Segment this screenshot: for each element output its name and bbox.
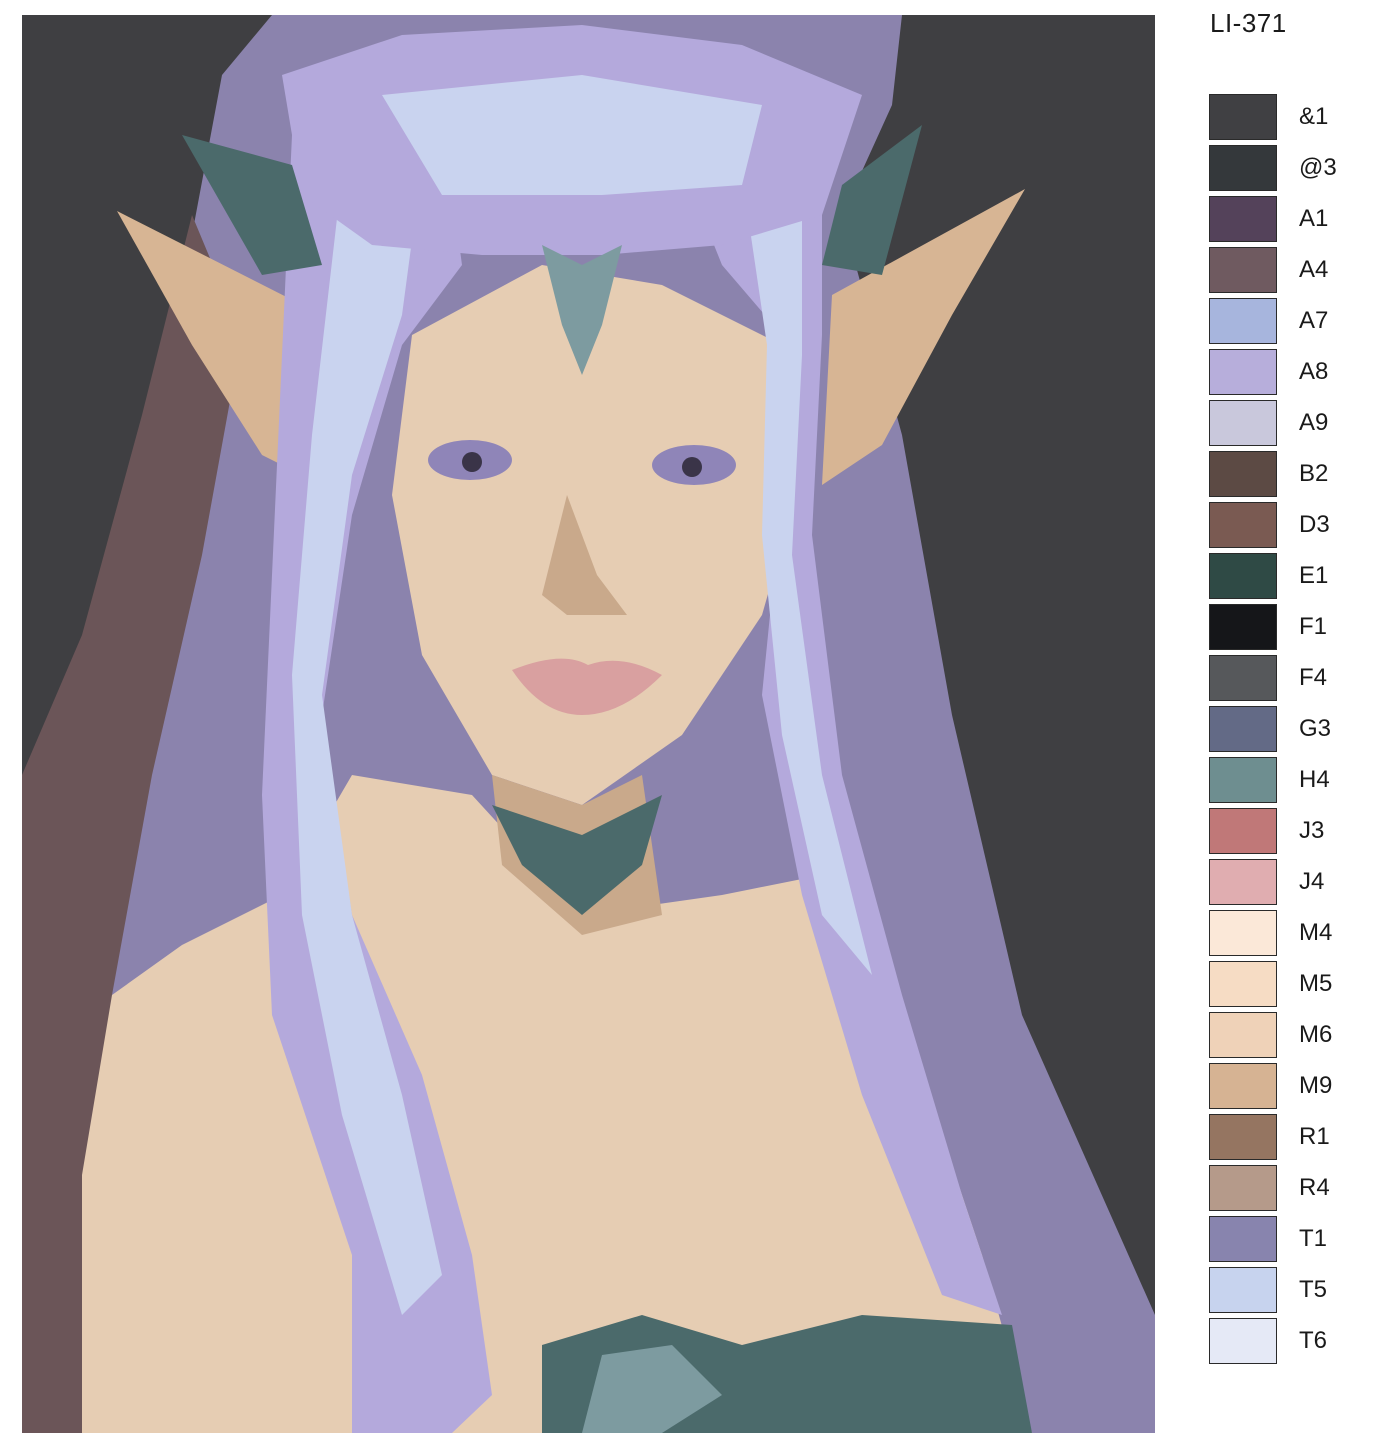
color-code-label: R1 <box>1299 1123 1330 1150</box>
palette-row: R1 <box>1209 1114 1359 1165</box>
palette-row: T6 <box>1209 1318 1359 1369</box>
color-code-label: M9 <box>1299 1072 1333 1099</box>
color-code-label: J3 <box>1299 817 1325 844</box>
color-swatch <box>1209 94 1277 140</box>
color-swatch <box>1209 1267 1277 1313</box>
color-code-label: F4 <box>1299 664 1328 691</box>
elf-portrait-icon <box>22 15 1155 1433</box>
color-code-label: T1 <box>1299 1225 1328 1252</box>
elf-portrait-artwork <box>22 15 1155 1433</box>
color-swatch <box>1209 1318 1277 1364</box>
palette-row: T5 <box>1209 1267 1359 1318</box>
color-swatch <box>1209 1063 1277 1109</box>
palette-row: A7 <box>1209 298 1359 349</box>
color-code-label: &1 <box>1299 103 1329 130</box>
palette-row: M5 <box>1209 961 1359 1012</box>
color-code-label: A7 <box>1299 307 1329 334</box>
color-code-label: T6 <box>1299 1327 1328 1354</box>
color-code-label: J4 <box>1299 868 1325 895</box>
palette-row: D3 <box>1209 502 1359 553</box>
palette-row: F1 <box>1209 604 1359 655</box>
color-swatch <box>1209 655 1277 701</box>
palette-row: A8 <box>1209 349 1359 400</box>
color-code-label: R4 <box>1299 1174 1330 1201</box>
color-code-label: T5 <box>1299 1276 1328 1303</box>
color-swatch <box>1209 502 1277 548</box>
color-swatch <box>1209 910 1277 956</box>
color-code-label: F1 <box>1299 613 1328 640</box>
color-swatch <box>1209 1012 1277 1058</box>
color-code-label: M4 <box>1299 919 1333 946</box>
color-swatch <box>1209 298 1277 344</box>
color-code-label: A1 <box>1299 205 1329 232</box>
color-code-label: M6 <box>1299 1021 1333 1048</box>
palette-row: M9 <box>1209 1063 1359 1114</box>
palette-row: R4 <box>1209 1165 1359 1216</box>
color-swatch <box>1209 604 1277 650</box>
palette-row: F4 <box>1209 655 1359 706</box>
color-palette-legend: &1 @3 A1 A4 A7 A8 A9 B2 D3 E1 F1 F4 G3 H4 J3 J4 M4 M5 M6 M9… <box>1209 94 1359 1369</box>
color-swatch <box>1209 196 1277 242</box>
color-swatch <box>1209 247 1277 293</box>
product-code: LI-371 <box>1210 8 1287 38</box>
palette-row: A1 <box>1209 196 1359 247</box>
palette-row: M6 <box>1209 1012 1359 1063</box>
palette-row: E1 <box>1209 553 1359 604</box>
color-swatch <box>1209 706 1277 752</box>
color-swatch <box>1209 145 1277 191</box>
color-swatch <box>1209 400 1277 446</box>
color-swatch <box>1209 808 1277 854</box>
color-swatch <box>1209 451 1277 497</box>
palette-row: A9 <box>1209 400 1359 451</box>
color-swatch <box>1209 553 1277 599</box>
palette-row: B2 <box>1209 451 1359 502</box>
color-code-label: G3 <box>1299 715 1332 742</box>
color-swatch <box>1209 961 1277 1007</box>
color-swatch <box>1209 757 1277 803</box>
color-code-label: A4 <box>1299 256 1329 283</box>
color-code-label: M5 <box>1299 970 1333 997</box>
palette-row: @3 <box>1209 145 1359 196</box>
color-code-label: A9 <box>1299 409 1329 436</box>
palette-row: A4 <box>1209 247 1359 298</box>
palette-row: M4 <box>1209 910 1359 961</box>
palette-row: J4 <box>1209 859 1359 910</box>
palette-row: J3 <box>1209 808 1359 859</box>
color-code-label: B2 <box>1299 460 1329 487</box>
palette-row: &1 <box>1209 94 1359 145</box>
palette-row: H4 <box>1209 757 1359 808</box>
color-code-label: E1 <box>1299 562 1329 589</box>
color-swatch <box>1209 859 1277 905</box>
color-code-label: D3 <box>1299 511 1330 538</box>
palette-row: T1 <box>1209 1216 1359 1267</box>
color-swatch <box>1209 1165 1277 1211</box>
color-code-label: H4 <box>1299 766 1330 793</box>
color-code-label: @3 <box>1299 154 1337 181</box>
color-code-label: A8 <box>1299 358 1329 385</box>
color-swatch <box>1209 1216 1277 1262</box>
color-swatch <box>1209 349 1277 395</box>
palette-row: G3 <box>1209 706 1359 757</box>
color-swatch <box>1209 1114 1277 1160</box>
